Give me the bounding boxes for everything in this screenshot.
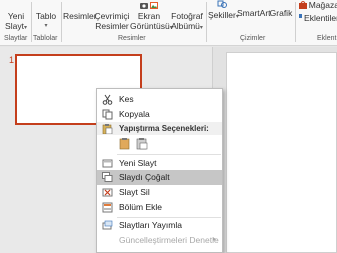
menu-item-new-slide[interactable]: Yeni Slayt — [97, 156, 222, 171]
menu-item-add-section[interactable]: Bölüm Ekle — [97, 200, 222, 215]
photo-album-button[interactable]: Fotoğraf Albümü▾ — [168, 0, 206, 33]
ribbon-separator — [206, 2, 207, 42]
new-slide-label-2: Slayt — [5, 21, 24, 31]
menu-label-copy: Kopyala — [119, 109, 150, 119]
submenu-arrow-icon: ▸ — [213, 236, 217, 243]
context-menu: Kes Kopyala Yapıştırma Seçenekleri: Yeni… — [96, 88, 223, 253]
new-slide-button[interactable]: Yeni Slayt▾ — [3, 0, 29, 33]
screenshot-button[interactable]: Ekran Görüntüsü▾ — [130, 0, 173, 33]
add-section-icon — [102, 202, 113, 213]
menu-label-delete-slide: Slayt Sil — [119, 187, 150, 197]
addins-icon — [299, 14, 303, 18]
group-label-images: Resimler — [118, 35, 146, 42]
ribbon: Yeni Slayt▾ Slaytlar Tablo ▾ Tablolar Re… — [0, 0, 337, 46]
album-label-2: Albümü — [171, 21, 200, 31]
menu-item-cut[interactable]: Kes — [97, 92, 222, 107]
menu-label-check-updates: Güncelleştirmeleri Denetle — [119, 235, 219, 245]
group-label-tables: Tablolar — [33, 35, 58, 42]
menu-item-duplicate-slide[interactable]: Slaydı Çoğalt — [97, 170, 222, 185]
menu-label-publish-slides: Slaytları Yayımla — [119, 220, 182, 230]
menu-label-add-section: Bölüm Ekle — [119, 202, 162, 212]
my-addins-button[interactable]: Eklentiler — [299, 13, 337, 23]
camera-icon — [140, 3, 148, 9]
chart-label: Grafik — [269, 8, 293, 18]
menu-item-publish-slides[interactable]: Slaytları Yayımla — [97, 218, 222, 233]
store-label: Mağaza — [308, 0, 337, 10]
duplicate-slide-icon — [102, 172, 113, 182]
group-label-illustrations: Çizimler — [240, 35, 266, 42]
menu-label-new-slide: Yeni Slayt — [119, 158, 157, 168]
shapes-icon — [217, 0, 227, 8]
pictures-label: Resimler — [63, 11, 97, 21]
paste-options-label: Yapıştırma Seçenekleri: — [119, 124, 209, 133]
paste-options-header: Yapıştırma Seçenekleri: — [97, 122, 222, 135]
screenshot-label-1: Ekran — [137, 11, 161, 21]
new-slide-icon — [102, 159, 113, 168]
shapes-button[interactable]: Şekiller▾ — [208, 0, 239, 22]
new-slide-label-1: Yeni — [7, 11, 25, 21]
menu-label-cut: Kes — [119, 94, 134, 104]
ribbon-separator — [295, 2, 296, 42]
group-label-addins: Eklent — [317, 35, 337, 42]
chart-button[interactable]: Grafik — [269, 0, 293, 18]
smartart-button[interactable]: SmartArt — [237, 0, 271, 18]
screenshot-label-2: Görüntüsü — [130, 21, 170, 31]
table-button[interactable]: Tablo ▾ — [33, 0, 59, 31]
pictures-button[interactable]: Resimler — [63, 0, 97, 21]
paste-use-destination-theme-icon[interactable] — [119, 137, 131, 150]
online-label-2: Resimler — [95, 21, 129, 31]
picture-icon — [150, 2, 158, 9]
shapes-label: Şekiller — [208, 10, 236, 20]
album-label-1: Fotoğraf — [171, 11, 203, 21]
scissors-icon — [102, 94, 113, 105]
clipboard-icon — [102, 124, 113, 134]
menu-item-copy[interactable]: Kopyala — [97, 107, 222, 122]
store-button[interactable]: Mağaza — [299, 0, 337, 10]
online-pictures-button[interactable]: Çevrimiçi Resimler — [94, 0, 130, 31]
ribbon-separator — [61, 2, 62, 42]
delete-slide-icon — [102, 188, 113, 197]
group-label-slides: Slaytlar — [4, 35, 28, 42]
menu-label-duplicate-slide: Slaydı Çoğalt — [119, 172, 170, 182]
paste-picture-icon[interactable] — [136, 137, 148, 150]
menu-item-check-updates[interactable]: Güncelleştirmeleri Denetle ▸ — [97, 233, 222, 248]
slide-number: 1 — [9, 55, 15, 65]
smartart-label: SmartArt — [237, 8, 271, 18]
publish-slides-icon — [102, 220, 113, 230]
ribbon-separator — [31, 2, 32, 42]
online-label-1: Çevrimiçi — [94, 11, 130, 21]
addins-label: Eklentiler — [304, 13, 337, 23]
menu-item-delete-slide[interactable]: Slayt Sil — [97, 185, 222, 200]
store-icon — [299, 1, 307, 9]
table-label: Tablo — [35, 11, 57, 21]
copy-icon — [102, 109, 113, 120]
menu-separator — [117, 154, 221, 155]
slide-canvas[interactable] — [226, 52, 337, 253]
